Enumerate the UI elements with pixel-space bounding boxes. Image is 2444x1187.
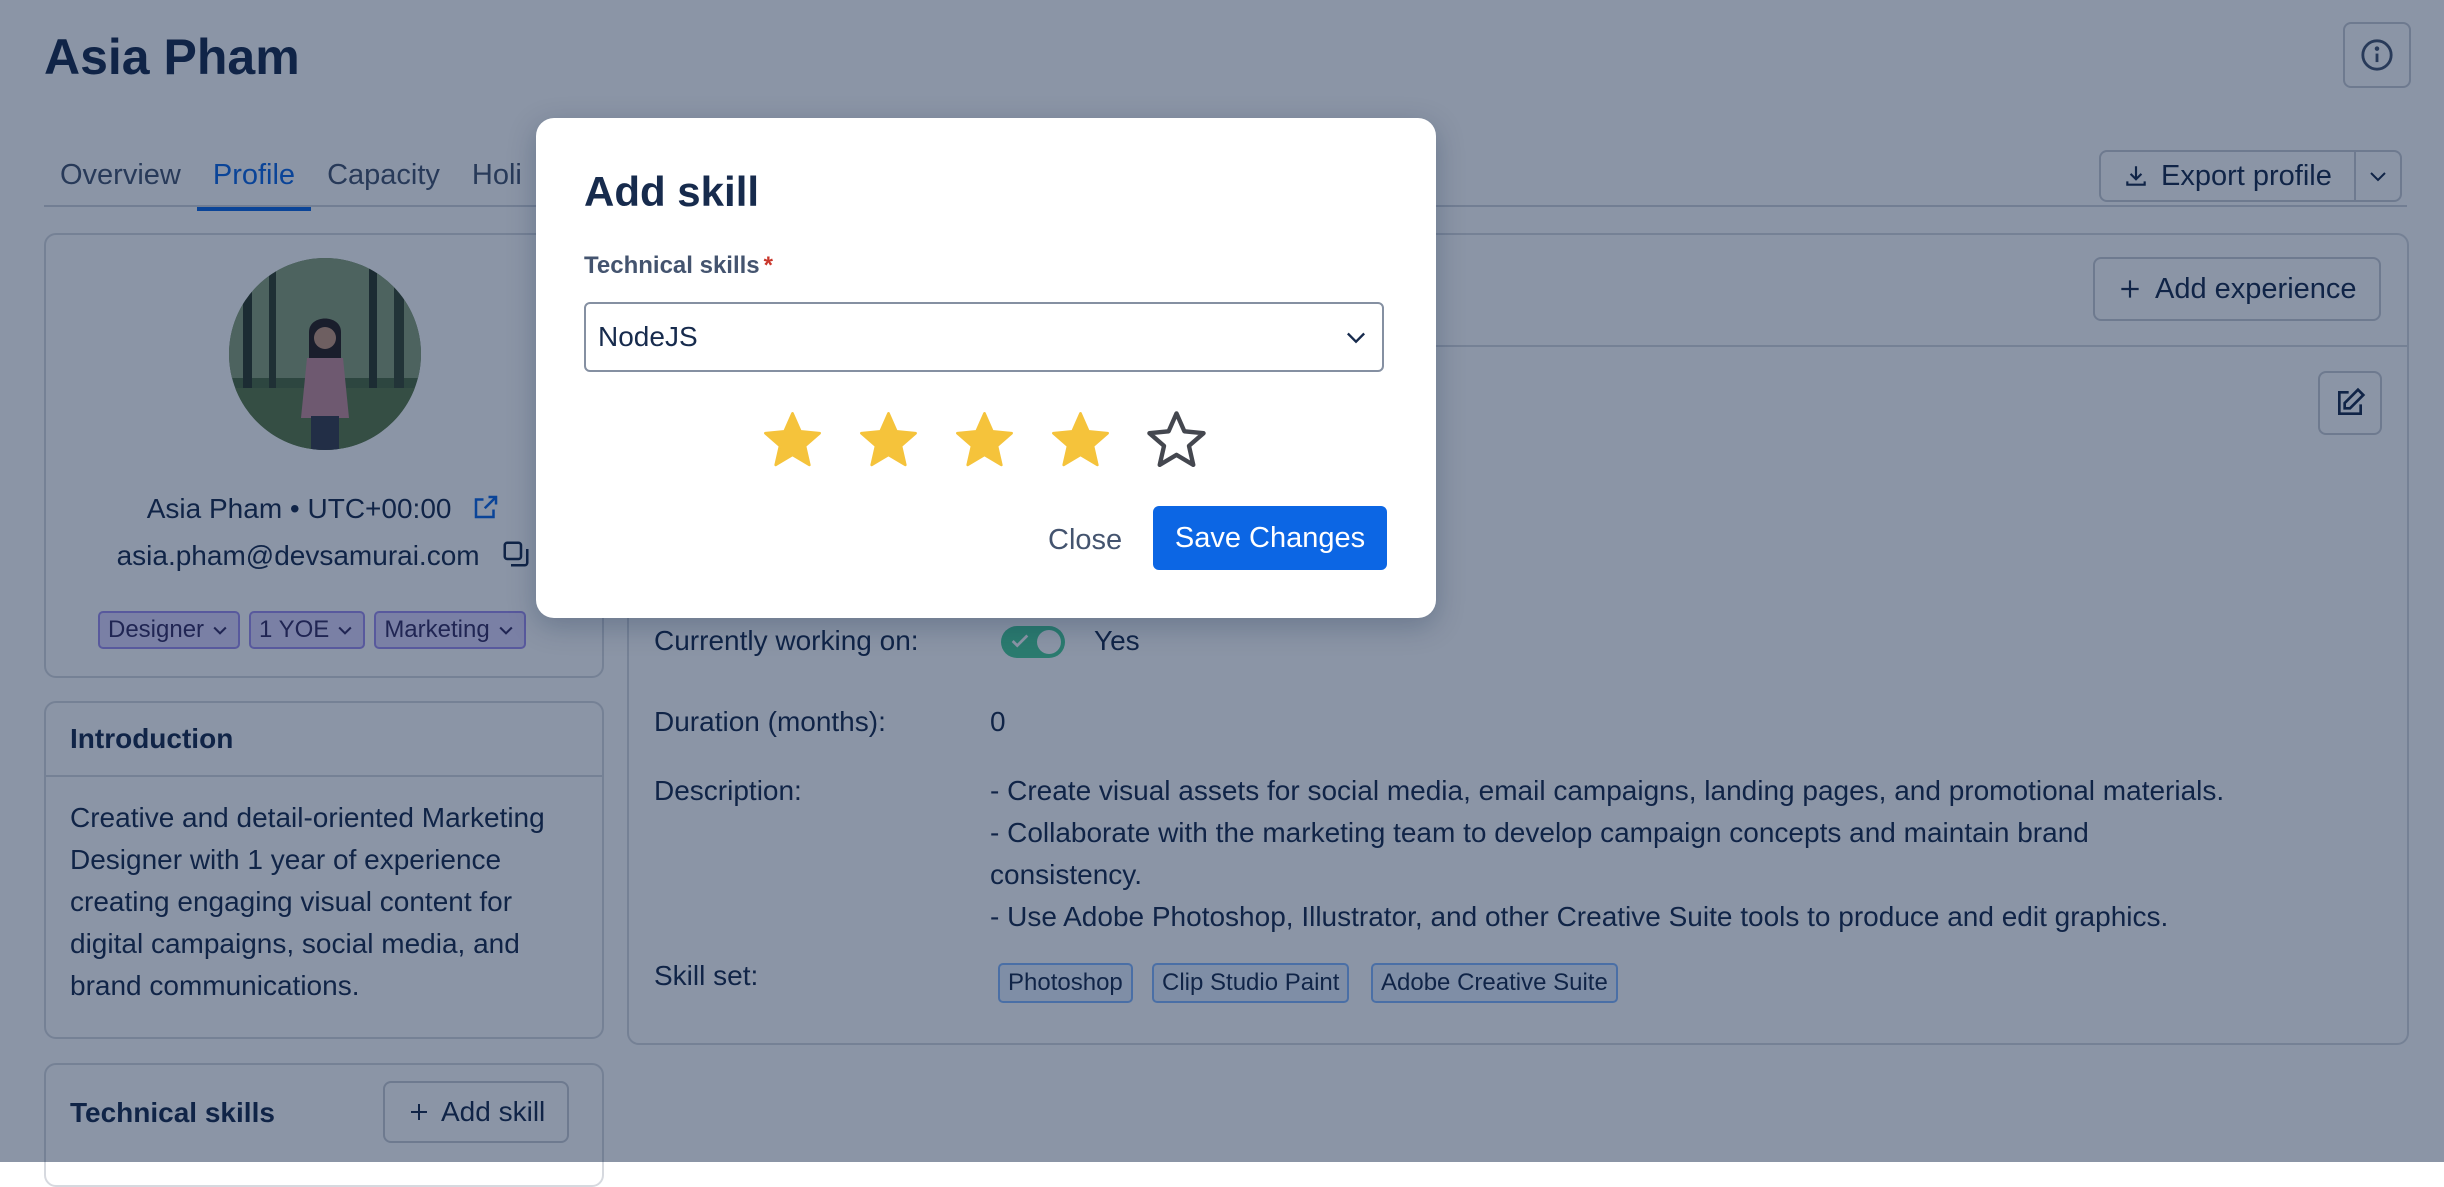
technical-skill-select[interactable]: NodeJS [584,302,1384,372]
selected-skill: NodeJS [598,321,698,352]
field-label-text: Technical skills [584,252,760,279]
close-button[interactable]: Close [1026,508,1144,572]
skill-rating [760,408,1209,473]
star-empty-icon[interactable] [1144,408,1209,473]
star-filled-icon[interactable] [856,408,921,473]
star-filled-icon[interactable] [952,408,1017,473]
add-skill-dialog: Add skill Technical skills * NodeJS Close… [536,118,1436,618]
app-root: Asia Pham Overview Profile Capacity Holi… [0,0,2444,1187]
chevron-down-icon [1347,332,1365,344]
technical-skills-field-label: Technical skills * [584,252,773,280]
required-marker: * [763,252,773,279]
dialog-title: Add skill [584,168,760,215]
save-changes-button[interactable]: Save Changes [1153,506,1387,570]
star-filled-icon[interactable] [760,408,825,473]
star-filled-icon[interactable] [1048,408,1113,473]
